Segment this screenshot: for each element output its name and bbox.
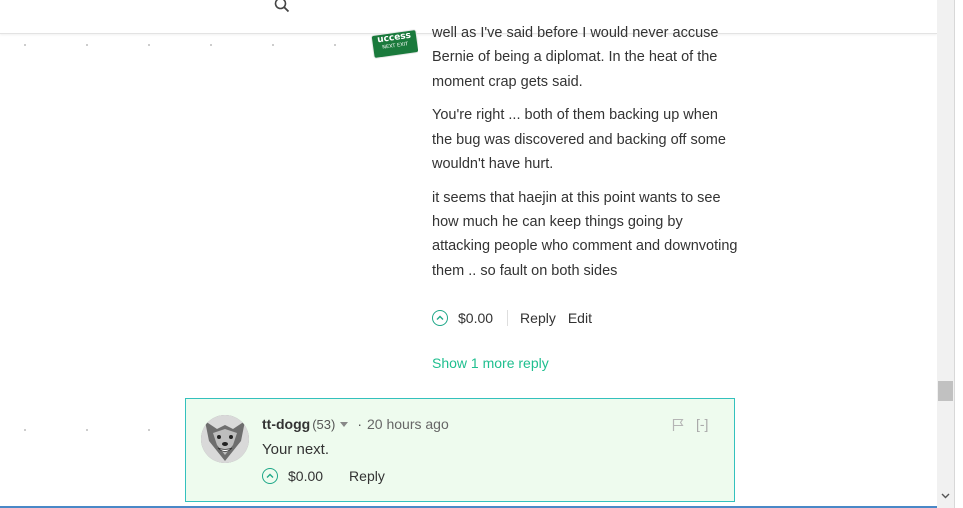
collapse-button[interactable]: [-] xyxy=(696,416,708,432)
payout-value[interactable]: $0.00 xyxy=(288,468,323,484)
timestamp-link[interactable]: 20 hours ago xyxy=(367,416,449,432)
reply-comment-header: tt-dogg (53) · 20 hours ago xyxy=(262,416,449,432)
upvote-icon[interactable] xyxy=(262,468,278,484)
scrollbar-thumb[interactable] xyxy=(938,381,953,401)
upvote-icon[interactable] xyxy=(432,310,448,326)
thread-indent-dots xyxy=(0,429,180,433)
author-reputation: (53) xyxy=(312,416,336,432)
vertical-scrollbar[interactable] xyxy=(937,0,954,508)
chevron-down-icon[interactable] xyxy=(941,491,950,500)
search-icon[interactable] xyxy=(273,0,291,14)
author-name[interactable]: tt-dogg xyxy=(262,416,310,432)
comment-paragraph: well as I've said before I would never a… xyxy=(432,25,719,90)
show-more-replies-link[interactable]: Show 1 more reply xyxy=(432,355,549,371)
separator-dot: · xyxy=(357,416,362,432)
avatar[interactable]: uccess NEXT EXIT xyxy=(370,26,418,60)
divider xyxy=(507,310,509,326)
window-edge xyxy=(954,0,963,508)
reply-comment: tt-dogg (53) · 20 hours ago [-] Your nex… xyxy=(185,398,735,502)
reply-button[interactable]: Reply xyxy=(349,468,385,484)
reply-comment-text: Your next. xyxy=(262,441,329,458)
edit-button[interactable]: Edit xyxy=(568,310,592,326)
reply-button[interactable]: Reply xyxy=(520,310,556,326)
chevron-down-icon[interactable] xyxy=(340,421,349,427)
avatar-sign: uccess NEXT EXIT xyxy=(370,28,418,60)
payout-value[interactable]: $0.00 xyxy=(458,310,493,326)
thread-indent-dots xyxy=(0,44,360,48)
parent-comment-footer: $0.00 Reply Edit xyxy=(432,308,592,328)
avatar[interactable] xyxy=(201,415,249,463)
parent-comment-body: well as I've said before I would never a… xyxy=(432,21,742,292)
comment-paragraph: it seems that haejin at this point wants… xyxy=(432,189,738,279)
flag-icon[interactable] xyxy=(672,418,684,432)
reply-comment-footer: $0.00 Reply xyxy=(262,468,385,484)
wolf-avatar-image xyxy=(201,415,249,463)
comment-paragraph: You're right ... both of them backing up… xyxy=(432,107,726,172)
